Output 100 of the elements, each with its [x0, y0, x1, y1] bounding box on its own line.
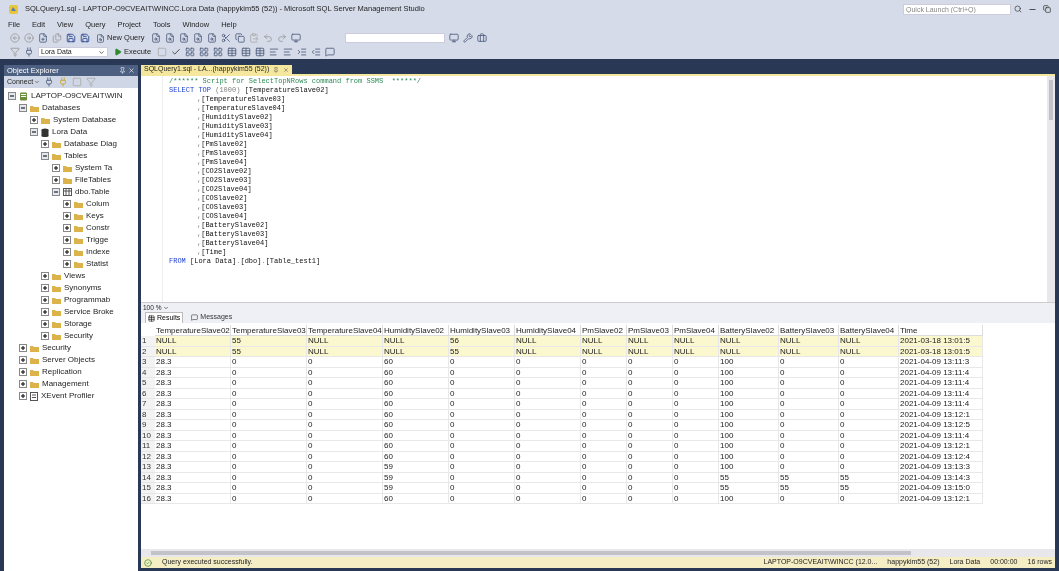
- expand-toggle[interactable]: [41, 308, 49, 316]
- align-icon[interactable]: [283, 47, 294, 57]
- combo-field[interactable]: [344, 33, 445, 43]
- window-icon[interactable]: [290, 33, 301, 43]
- expand-toggle[interactable]: [41, 332, 49, 340]
- save-icon[interactable]: [66, 33, 76, 43]
- table-icon[interactable]: [227, 47, 238, 57]
- expand-toggle[interactable]: [52, 176, 60, 184]
- tree-item[interactable]: Management: [42, 378, 89, 390]
- indent-icon[interactable]: [297, 47, 308, 57]
- table-cell: NULL: [515, 336, 581, 347]
- cut-icon[interactable]: [220, 33, 231, 43]
- expand-toggle[interactable]: [41, 140, 49, 148]
- tree-item[interactable]: Keys: [86, 210, 104, 222]
- expand-toggle[interactable]: [63, 248, 71, 256]
- table-cell: 0: [231, 357, 307, 368]
- tree-item[interactable]: Statist: [86, 258, 109, 270]
- collapse-toggle[interactable]: [41, 152, 49, 160]
- expand-toggle[interactable]: [30, 116, 38, 124]
- tree-item[interactable]: Security: [64, 330, 93, 342]
- tree-item[interactable]: Replication: [42, 366, 82, 378]
- tree-item[interactable]: Colum: [86, 198, 110, 210]
- tree-item[interactable]: Database Diag: [64, 138, 117, 150]
- expand-toggle[interactable]: [63, 260, 71, 268]
- tree-item[interactable]: Constr: [86, 222, 110, 234]
- query-icon[interactable]: [192, 33, 203, 43]
- expand-toggle[interactable]: [41, 284, 49, 292]
- table-cell: 2021-04-09 13:12:1: [899, 493, 983, 504]
- tree-item[interactable]: Lora Data: [52, 126, 88, 138]
- tree-item[interactable]: LAPTOP-O9CVEAIT\WIN: [31, 90, 123, 102]
- table-cell: 0: [307, 378, 383, 389]
- comment-icon[interactable]: [325, 47, 336, 57]
- tree-item[interactable]: FileTables: [75, 174, 111, 186]
- check-icon[interactable]: [171, 47, 182, 57]
- tree-item[interactable]: Tables: [64, 150, 88, 162]
- tree-item[interactable]: Programmab: [64, 294, 111, 306]
- expand-toggle[interactable]: [63, 224, 71, 232]
- tree-item[interactable]: Storage: [64, 318, 93, 330]
- tree-item[interactable]: Trigge: [86, 234, 109, 246]
- expand-toggle[interactable]: [19, 356, 27, 364]
- restore-icon[interactable]: [1043, 5, 1051, 13]
- table-icon[interactable]: [255, 47, 266, 57]
- tree-item[interactable]: System Ta: [75, 162, 113, 174]
- align-icon[interactable]: [269, 47, 280, 57]
- grid-icon[interactable]: [213, 47, 224, 57]
- expand-toggle[interactable]: [63, 212, 71, 220]
- table-cell: 0: [627, 462, 673, 473]
- table-icon[interactable]: [241, 47, 252, 57]
- tree-item[interactable]: Server Objects: [42, 354, 95, 366]
- query-icon[interactable]: [164, 33, 175, 43]
- expand-toggle[interactable]: [63, 236, 71, 244]
- table-cell: 2021-04-09 13:11:4: [899, 399, 983, 410]
- pin-icon[interactable]: [119, 67, 126, 74]
- tree-item[interactable]: Views: [64, 270, 86, 282]
- row-number: 13: [141, 462, 155, 473]
- outdent-icon[interactable]: [311, 47, 322, 57]
- tree-item[interactable]: dbo.Table: [75, 186, 110, 198]
- expand-toggle[interactable]: [19, 344, 27, 352]
- expand-toggle[interactable]: [41, 296, 49, 304]
- query-icon[interactable]: [178, 33, 189, 43]
- expand-toggle[interactable]: [19, 380, 27, 388]
- search-icon[interactable]: [1014, 5, 1022, 13]
- caret-icon[interactable]: [163, 304, 170, 311]
- briefcase-icon[interactable]: [476, 33, 487, 43]
- table-cell: 55: [231, 336, 307, 347]
- plug-icon[interactable]: [24, 47, 34, 57]
- collapse-toggle[interactable]: [8, 92, 16, 100]
- collapse-toggle[interactable]: [30, 128, 38, 136]
- table-cell: 0: [449, 441, 515, 452]
- tree-item[interactable]: Security: [42, 342, 71, 354]
- close-icon[interactable]: [283, 66, 290, 73]
- collapse-toggle[interactable]: [19, 104, 27, 112]
- new-file-icon[interactable]: [38, 33, 48, 43]
- save-all-icon[interactable]: [80, 33, 90, 43]
- vertical-scrollbar[interactable]: [1047, 76, 1055, 302]
- horizontal-scrollbar[interactable]: [141, 549, 1055, 557]
- row-number: 7: [141, 399, 155, 410]
- copy-icon[interactable]: [234, 33, 245, 43]
- tree-item[interactable]: Indexe: [86, 246, 111, 258]
- wrench-icon[interactable]: [462, 33, 473, 43]
- expand-toggle[interactable]: [63, 200, 71, 208]
- tree-item[interactable]: Synonyms: [64, 282, 102, 294]
- expand-toggle[interactable]: [19, 368, 27, 376]
- table-cell: 0: [581, 462, 627, 473]
- collapse-toggle[interactable]: [52, 188, 60, 196]
- grid-icon[interactable]: [199, 47, 210, 57]
- expand-toggle[interactable]: [41, 272, 49, 280]
- tree-item[interactable]: XEvent Profiler: [41, 390, 95, 402]
- query-icon[interactable]: [150, 33, 161, 43]
- grid-icon[interactable]: [185, 47, 196, 57]
- expand-toggle[interactable]: [52, 164, 60, 172]
- expand-toggle[interactable]: [41, 320, 49, 328]
- tree-item[interactable]: Databases: [42, 102, 81, 114]
- query-icon[interactable]: [206, 33, 217, 43]
- tree-item[interactable]: System Database: [53, 114, 117, 126]
- monitor-icon[interactable]: [448, 33, 459, 43]
- tree-item[interactable]: Service Broke: [64, 306, 114, 318]
- plug-icon[interactable]: [44, 77, 55, 87]
- expand-toggle[interactable]: [19, 392, 27, 400]
- pin-icon[interactable]: [273, 66, 280, 73]
